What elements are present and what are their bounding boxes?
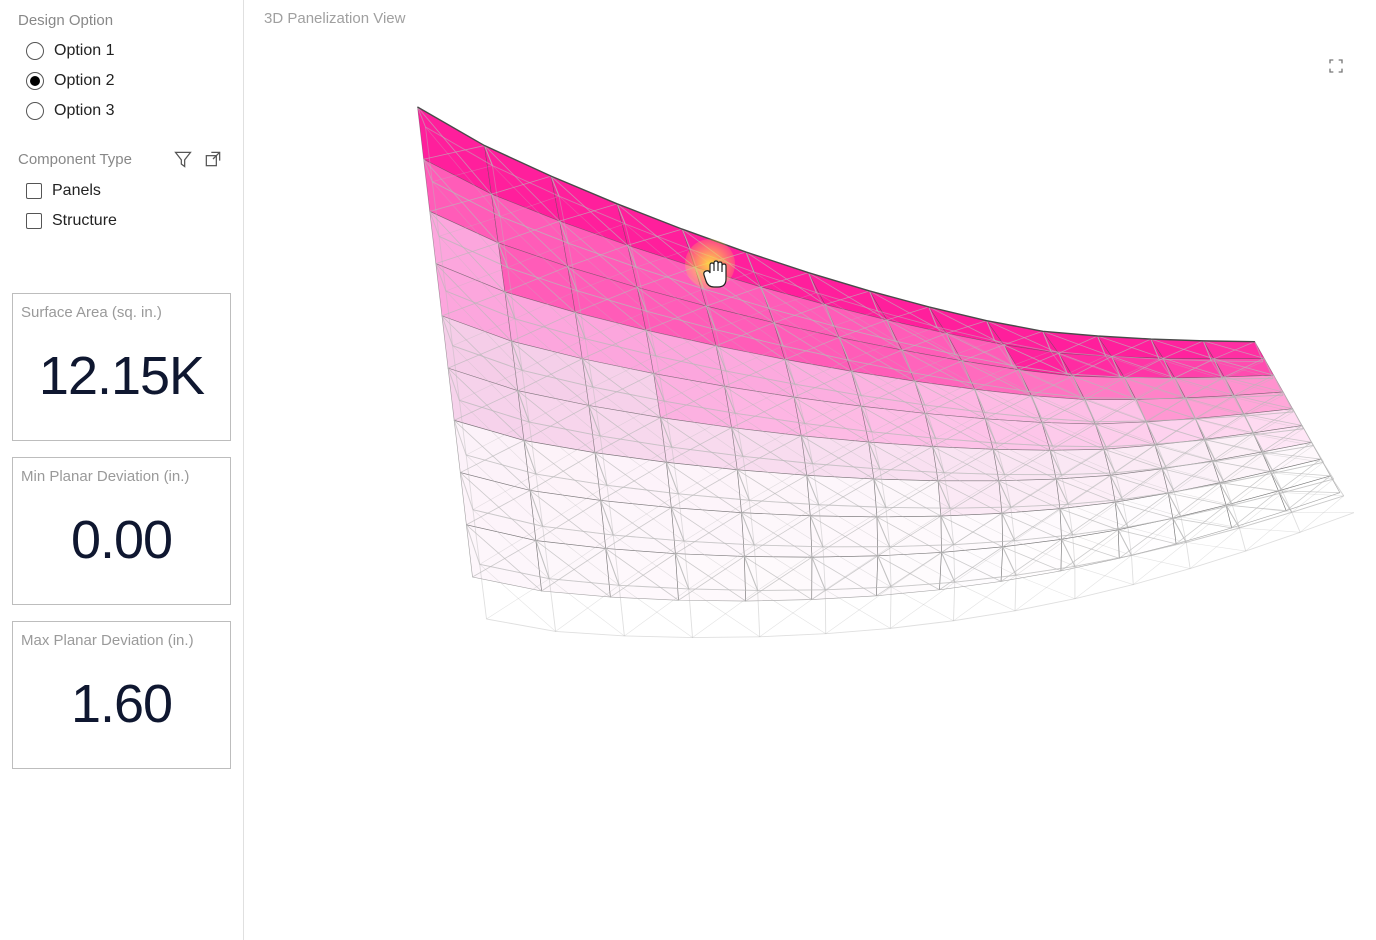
radio-label: Option 1 <box>54 42 114 60</box>
panelization-mesh <box>260 27 1360 847</box>
metric-surface-area: Surface Area (sq. in.) 12.15K <box>12 293 231 441</box>
3d-viewport[interactable] <box>260 27 1360 932</box>
checkbox-icon <box>26 213 42 229</box>
filter-icon[interactable] <box>171 147 195 171</box>
radio-icon <box>26 72 44 90</box>
metric-min-deviation: Min Planar Deviation (in.) 0.00 <box>12 457 231 605</box>
radio-icon <box>26 42 44 60</box>
metric-label: Surface Area (sq. in.) <box>21 304 222 321</box>
metric-label: Max Planar Deviation (in.) <box>21 632 222 649</box>
checkbox-icon <box>26 183 42 199</box>
radio-option-1[interactable]: Option 1 <box>26 39 239 63</box>
popout-icon[interactable] <box>201 147 225 171</box>
main-panel: 3D Panelization View <box>244 0 1376 940</box>
view-title: 3D Panelization View <box>264 10 1360 27</box>
metric-value: 0.00 <box>21 485 222 604</box>
component-type-title: Component Type <box>18 151 165 168</box>
metric-value: 1.60 <box>21 649 222 768</box>
metric-label: Min Planar Deviation (in.) <box>21 468 222 485</box>
radio-label: Option 2 <box>54 72 114 90</box>
sidebar: Design Option Option 1 Option 2 Option 3… <box>0 0 244 940</box>
checkbox-label: Structure <box>52 212 117 230</box>
radio-option-2[interactable]: Option 2 <box>26 69 239 93</box>
checkbox-structure[interactable]: Structure <box>26 209 239 233</box>
component-type-header: Component Type <box>18 147 225 171</box>
checkbox-label: Panels <box>52 182 101 200</box>
component-type-group: Panels Structure <box>26 179 239 239</box>
design-option-title: Design Option <box>18 12 239 29</box>
radio-label: Option 3 <box>54 102 114 120</box>
radio-icon <box>26 102 44 120</box>
design-option-group: Option 1 Option 2 Option 3 <box>26 39 239 129</box>
metric-max-deviation: Max Planar Deviation (in.) 1.60 <box>12 621 231 769</box>
radio-option-3[interactable]: Option 3 <box>26 99 239 123</box>
checkbox-panels[interactable]: Panels <box>26 179 239 203</box>
metric-value: 12.15K <box>21 321 222 440</box>
